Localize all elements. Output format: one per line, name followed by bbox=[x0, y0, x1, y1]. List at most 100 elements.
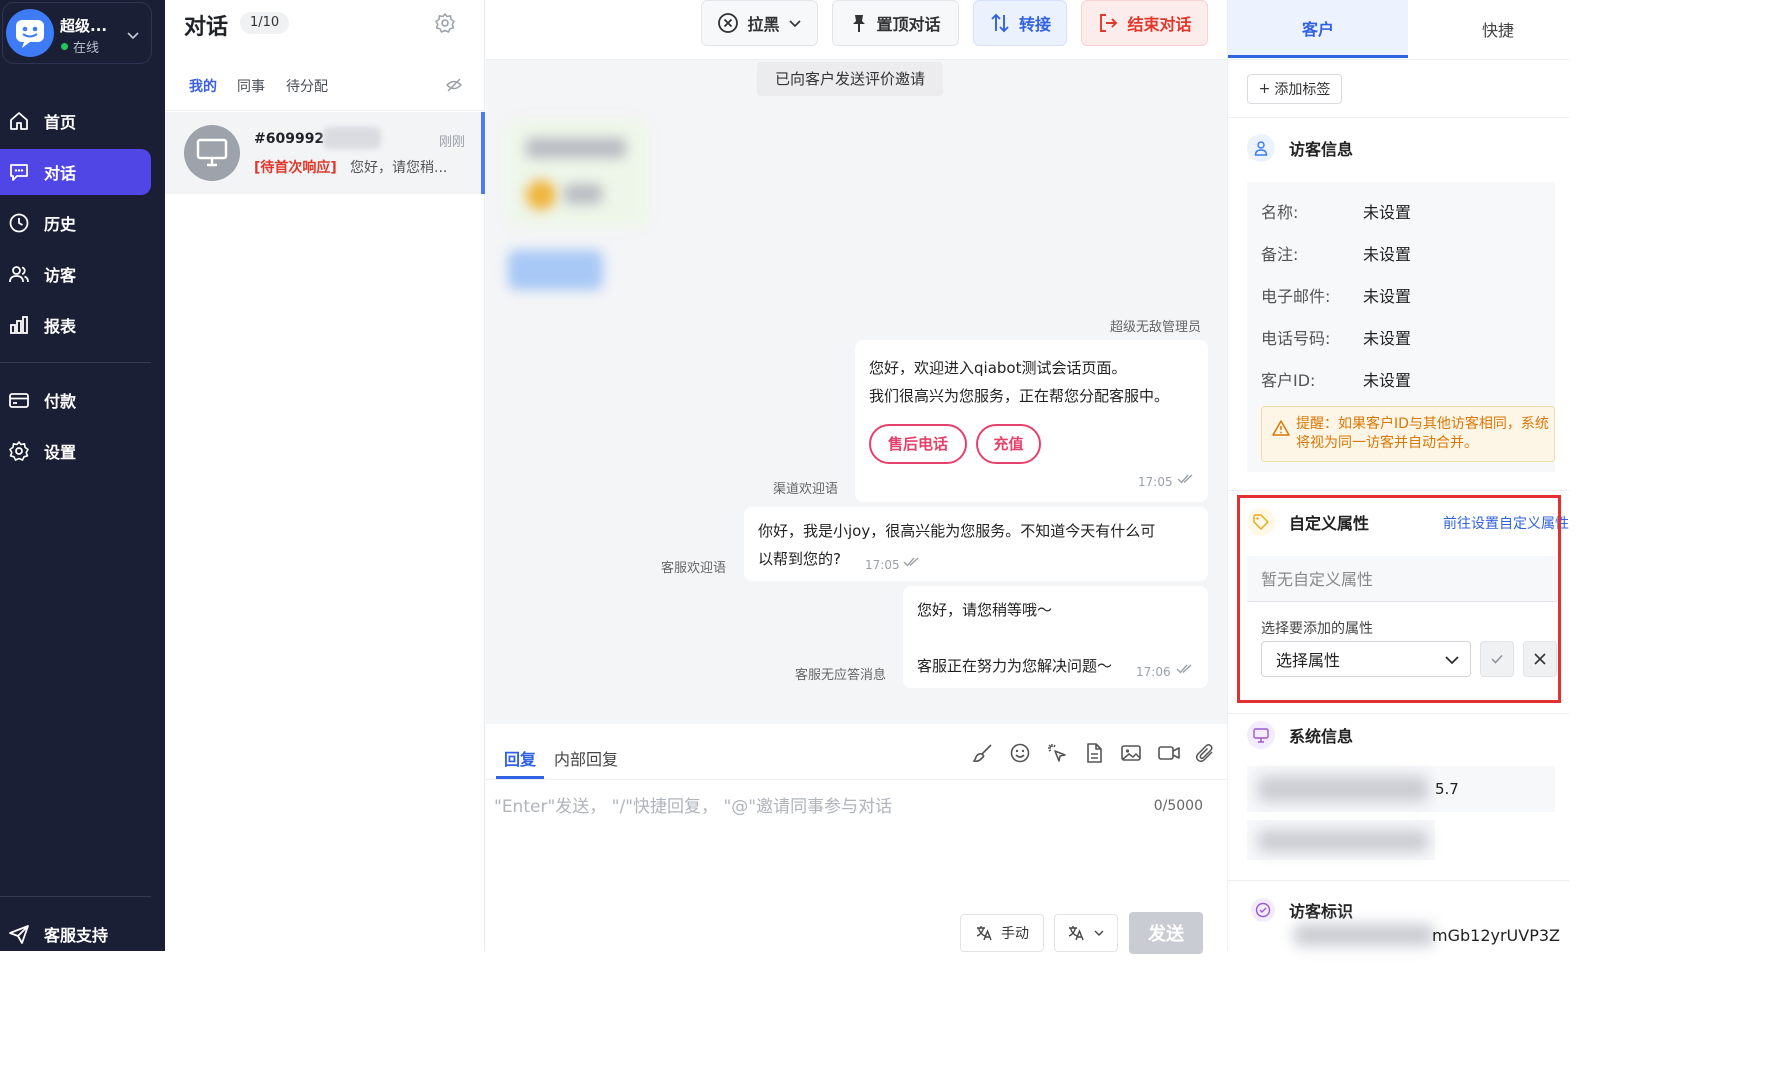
message-label: 渠道欢迎语 bbox=[773, 482, 839, 497]
nav-item-chat[interactable]: 对话 bbox=[0, 149, 151, 195]
settings-icon bbox=[9, 441, 29, 461]
block-circle-x-icon bbox=[718, 13, 739, 33]
tab-quick[interactable]: 快捷 bbox=[1408, 0, 1588, 58]
tab-reply[interactable]: 回复 bbox=[495, 746, 545, 779]
list-settings-icon[interactable] bbox=[434, 12, 456, 34]
visitor-avatar bbox=[184, 125, 240, 181]
nav-label-payment: 付款 bbox=[44, 392, 77, 411]
redacted-text bbox=[526, 138, 626, 158]
nav-item-home[interactable]: 首页 bbox=[0, 98, 151, 144]
field-value[interactable]: 未设置 bbox=[1363, 325, 1411, 349]
nav-label-support: 客服支持 bbox=[44, 926, 109, 945]
main-nav: 超级... 在线 首页 对话 历史 访客 报表 付款 设置 客服支持 bbox=[0, 0, 165, 951]
message-bubble-welcome: 您好，欢迎进入qiabot测试会话页面。 我们很高兴为您服务，正在帮您分配客服中… bbox=[855, 340, 1208, 502]
warning-icon bbox=[1272, 420, 1290, 436]
message-text: 客服正在努力为您解决问题～ bbox=[917, 657, 1113, 675]
message-label: 客服无应答消息 bbox=[795, 668, 887, 683]
pin-icon bbox=[853, 15, 866, 32]
add-tag-label: 添加标签 bbox=[1274, 82, 1331, 98]
chevron-down-icon bbox=[1445, 656, 1459, 665]
attachment-icon[interactable] bbox=[1194, 742, 1216, 764]
hide-offline-icon[interactable] bbox=[445, 76, 463, 94]
chat-icon bbox=[10, 164, 28, 181]
transfer-button[interactable]: 转接 bbox=[973, 0, 1067, 46]
field-key: 名称: bbox=[1261, 203, 1299, 222]
magic-click-icon[interactable] bbox=[1046, 742, 1068, 764]
end-conversation-button[interactable]: 结束对话 bbox=[1081, 0, 1208, 46]
field-value[interactable]: 未设置 bbox=[1363, 367, 1411, 391]
pin-conversation-button[interactable]: 置顶对话 bbox=[832, 0, 959, 46]
nav-item-support[interactable]: 客服支持 bbox=[0, 911, 151, 957]
system-info-title: 系统信息 bbox=[1289, 727, 1354, 746]
video-icon[interactable] bbox=[1157, 742, 1181, 764]
quick-reply-recharge-button[interactable]: 充值 bbox=[976, 424, 1041, 464]
field-value[interactable]: 未设置 bbox=[1363, 199, 1411, 223]
nav-label-home: 首页 bbox=[44, 113, 77, 132]
transfer-arrows-icon bbox=[991, 13, 1009, 33]
tab-unassigned[interactable]: 待分配 bbox=[286, 76, 328, 96]
brush-icon[interactable] bbox=[972, 742, 994, 764]
merge-warning: 提醒：如果客户ID与其他访客相同，系统 将视为同一访客并自动合并。 bbox=[1261, 406, 1555, 462]
bot-logo-icon bbox=[16, 20, 44, 48]
nav-label-chat: 对话 bbox=[44, 164, 77, 183]
nav-item-history[interactable]: 历史 bbox=[0, 200, 151, 246]
field-value[interactable]: 未设置 bbox=[1363, 283, 1411, 307]
nav-divider-bottom bbox=[0, 896, 151, 897]
online-dot bbox=[61, 43, 68, 50]
monitor-icon bbox=[1247, 721, 1275, 749]
emoji-icon[interactable] bbox=[1009, 742, 1031, 764]
quick-reply-aftersales-button[interactable]: 售后电话 bbox=[869, 424, 967, 464]
goto-custom-attrs-link[interactable]: 前往设置自定义属性 bbox=[1443, 513, 1569, 533]
system-info-header: 系统信息 bbox=[1247, 721, 1353, 749]
attribute-select[interactable]: 选择属性 bbox=[1261, 641, 1471, 677]
system-info-value: 5.7 bbox=[1435, 780, 1459, 798]
tab-mine[interactable]: 我的 bbox=[189, 76, 217, 96]
sender-name: 超级无敌管理员 bbox=[1110, 320, 1202, 335]
message-label: 客服欢迎语 bbox=[661, 561, 727, 576]
nav-item-reports[interactable]: 报表 bbox=[0, 302, 151, 348]
account-switcher[interactable]: 超级... 在线 bbox=[2, 2, 152, 64]
conversation-preview: 您好，请您稍... bbox=[350, 160, 448, 176]
manual-translate-button[interactable]: 手动 bbox=[960, 914, 1044, 952]
conversation-item[interactable]: #609992 刚刚 [待首次响应] 您好，请您稍... bbox=[165, 112, 485, 194]
nav-item-settings[interactable]: 设置 bbox=[0, 428, 151, 474]
visitor-id-value: mGb12yrUVP3Z bbox=[1432, 926, 1560, 945]
cancel-attr-button[interactable] bbox=[1523, 641, 1557, 677]
redacted-message bbox=[508, 118, 648, 228]
message-bubble-agent-welcome: 你好，我是小joy，很高兴能为您服务。不知道今天有什么可 以帮到您的? 17:0… bbox=[744, 507, 1208, 581]
conversation-id: #609992 bbox=[254, 131, 325, 147]
redacted-value bbox=[1258, 776, 1428, 802]
message-time: 17:05 bbox=[865, 558, 900, 572]
pending-tag: [待首次响应] bbox=[254, 160, 337, 176]
confirm-attr-button[interactable] bbox=[1480, 641, 1514, 677]
section-divider bbox=[1228, 713, 1569, 714]
redacted-button bbox=[508, 250, 603, 290]
file-icon[interactable] bbox=[1083, 742, 1105, 764]
visitor-id-header: 访客标识 bbox=[1251, 898, 1353, 922]
pin-label: 置顶对话 bbox=[876, 15, 941, 34]
visitor-info-header: 访客信息 bbox=[1247, 134, 1353, 162]
check-icon bbox=[1491, 654, 1503, 664]
block-label: 拉黑 bbox=[747, 15, 780, 34]
field-note: 备注: 未设置 bbox=[1261, 241, 1411, 265]
send-button[interactable]: 发送 bbox=[1129, 912, 1203, 954]
message-input[interactable]: "Enter"发送， "/"快捷回复， "@"邀请同事参与对话 bbox=[494, 792, 892, 817]
block-button[interactable]: 拉黑 bbox=[701, 0, 818, 46]
warning-text: 提醒：如果客户ID与其他访客相同，系统 bbox=[1296, 416, 1549, 432]
nav-label-reports: 报表 bbox=[44, 317, 77, 336]
double-check-icon bbox=[1176, 664, 1192, 674]
user-icon bbox=[1247, 134, 1275, 162]
tab-customer[interactable]: 客户 bbox=[1228, 0, 1408, 58]
field-value[interactable]: 未设置 bbox=[1363, 241, 1411, 265]
image-icon[interactable] bbox=[1120, 742, 1142, 764]
nav-item-payment[interactable]: 付款 bbox=[0, 377, 151, 423]
tab-colleagues[interactable]: 同事 bbox=[237, 76, 265, 96]
logout-icon bbox=[1100, 14, 1118, 32]
nav-item-visitors[interactable]: 访客 bbox=[0, 251, 151, 297]
custom-attrs-header: 自定义属性 bbox=[1247, 508, 1369, 536]
add-tag-button[interactable]: + 添加标签 bbox=[1247, 74, 1342, 104]
history-icon bbox=[9, 213, 29, 233]
tab-internal-reply[interactable]: 内部回复 bbox=[554, 746, 618, 770]
manual-label: 手动 bbox=[1001, 926, 1029, 942]
translate-language-dropdown[interactable] bbox=[1054, 914, 1118, 952]
